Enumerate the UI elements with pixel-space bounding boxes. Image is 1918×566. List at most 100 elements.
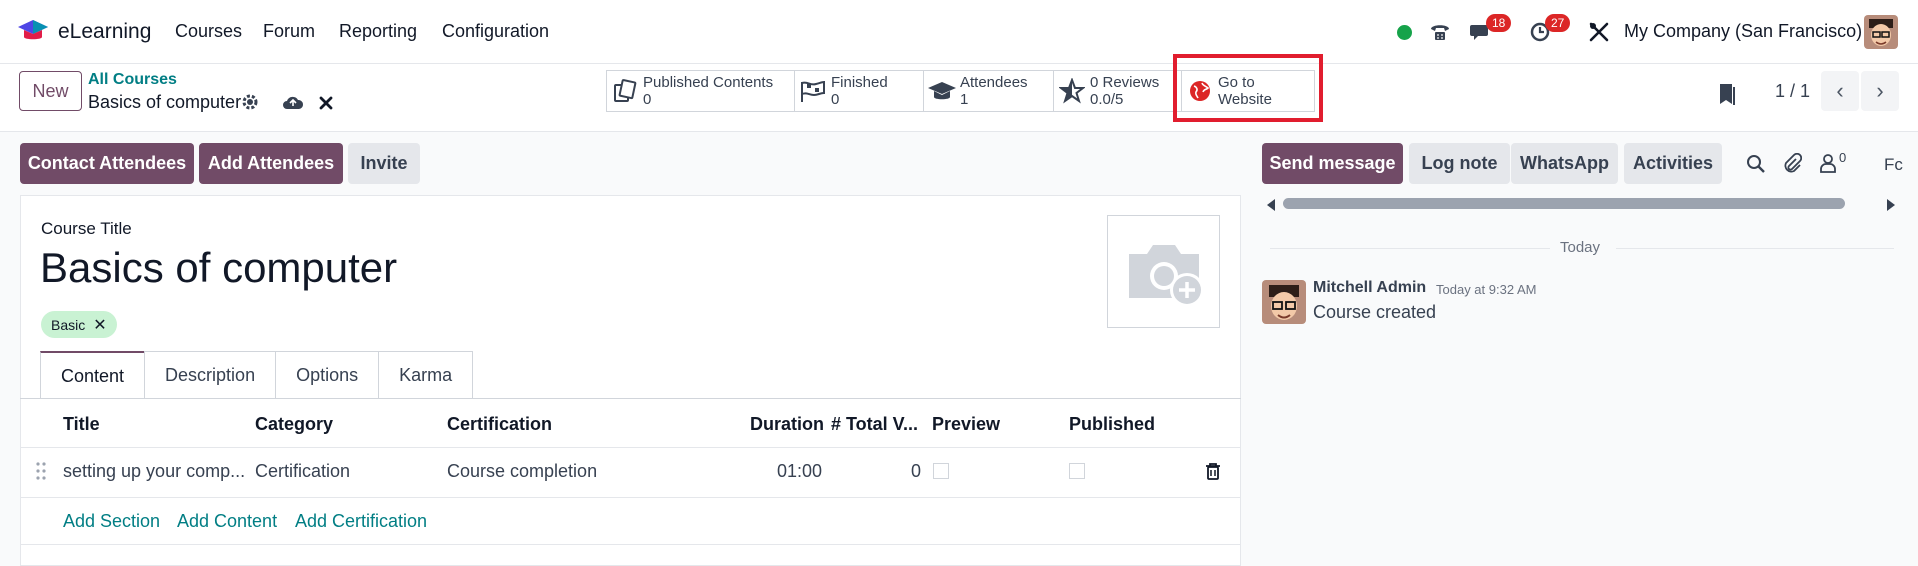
tab-karma[interactable]: Karma [378, 351, 474, 399]
attendees-label: Attendees [960, 74, 1028, 91]
send-message-button[interactable]: Send message [1262, 143, 1403, 184]
row-title[interactable]: setting up your comp... [63, 461, 245, 482]
followers-icon[interactable] [1819, 153, 1837, 178]
menu-configuration[interactable]: Configuration [442, 21, 549, 42]
finished-label: Finished [831, 74, 888, 91]
message-author[interactable]: Mitchell Admin [1313, 279, 1426, 297]
date-separator-line [1270, 248, 1550, 249]
tag-remove-icon[interactable]: ✕ [93, 315, 106, 335]
online-status-icon [1394, 0, 1414, 64]
row-divider [20, 497, 1241, 498]
course-title-label: Course Title [41, 219, 132, 238]
app-name[interactable]: eLearning [58, 20, 151, 44]
menu-reporting[interactable]: Reporting [339, 21, 417, 42]
followers-count: 0 [1839, 150, 1847, 165]
reviews-button[interactable]: 0 Reviews 0.0/5 [1053, 70, 1182, 112]
reviews-label: 0 Reviews [1090, 74, 1160, 91]
col-header-certification[interactable]: Certification [447, 414, 552, 435]
course-image-upload[interactable] [1107, 215, 1220, 328]
attendees-button[interactable]: Attendees 1 [923, 70, 1054, 112]
scroll-left-icon[interactable] [1266, 197, 1276, 217]
invite-button[interactable]: Invite [348, 143, 420, 184]
menu-forum[interactable]: Forum [263, 21, 315, 42]
pager-next-button[interactable]: › [1861, 71, 1899, 111]
messages-icon[interactable] [1466, 0, 1496, 64]
row-total-views[interactable]: 0 [911, 461, 921, 482]
follow-button[interactable]: Fc [1884, 155, 1903, 175]
reviews-value: 0.0/5 [1090, 91, 1124, 108]
col-header-title[interactable]: Title [63, 414, 100, 435]
finished-value: 0 [831, 91, 840, 108]
attendees-value: 1 [960, 91, 969, 108]
company-switcher[interactable]: My Company (San Francisco) [1624, 21, 1862, 42]
published-contents-icon [607, 78, 643, 104]
top-navbar: eLearning Courses Forum Reporting Config… [0, 0, 1918, 64]
discard-icon[interactable] [319, 95, 333, 115]
activities-button[interactable]: Activities [1624, 143, 1722, 184]
course-title-field[interactable]: Basics of computer [40, 244, 397, 292]
col-header-preview[interactable]: Preview [932, 414, 1000, 435]
new-button[interactable]: New [19, 71, 82, 111]
message-author-avatar[interactable] [1262, 280, 1306, 324]
date-separator: Today [1560, 239, 1601, 256]
row-certification[interactable]: Course completion [447, 461, 597, 482]
add-section-link[interactable]: Add Section [63, 511, 160, 532]
col-header-published[interactable]: Published [1069, 414, 1155, 435]
message-time: Today at 9:32 AM [1436, 282, 1537, 297]
tab-content[interactable]: Content [40, 351, 146, 399]
row-duration[interactable]: 01:00 [777, 461, 822, 482]
activities-badge: 27 [1545, 14, 1571, 32]
tab-description[interactable]: Description [144, 351, 277, 399]
contact-attendees-button[interactable]: Contact Attendees [20, 143, 194, 184]
finished-button[interactable]: Finished 0 [794, 70, 924, 112]
add-attendees-button[interactable]: Add Attendees [199, 143, 343, 184]
row-published-checkbox[interactable] [1069, 463, 1085, 479]
published-contents-value: 0 [643, 91, 652, 108]
header-divider [20, 447, 1241, 448]
date-separator-line [1616, 248, 1894, 249]
horizontal-scrollbar[interactable] [1283, 198, 1845, 209]
user-avatar[interactable] [1864, 15, 1898, 49]
phone-icon[interactable] [1426, 0, 1454, 64]
published-contents-label: Published Contents [643, 74, 774, 91]
app-logo-icon[interactable] [16, 16, 50, 46]
camera-add-icon [1128, 244, 1204, 307]
menu-courses[interactable]: Courses [175, 21, 242, 42]
add-certification-link[interactable]: Add Certification [295, 511, 427, 532]
gear-icon[interactable] [241, 93, 259, 116]
search-icon[interactable] [1746, 154, 1766, 179]
drag-handle-icon[interactable] [35, 461, 47, 486]
activity-clock-icon[interactable] [1525, 0, 1555, 64]
highlight-box [1173, 54, 1323, 122]
pager-value[interactable]: 1 / 1 [1775, 81, 1810, 102]
scroll-right-icon[interactable] [1886, 197, 1896, 217]
paperclip-icon[interactable] [1782, 152, 1803, 180]
pager-previous-button[interactable]: ‹ [1821, 71, 1859, 111]
chevron-right-icon: › [1876, 78, 1884, 103]
whatsapp-button[interactable]: WhatsApp [1511, 143, 1618, 184]
col-header-duration[interactable]: Duration [750, 414, 824, 435]
graduation-cap-icon [924, 79, 960, 103]
cloud-save-icon[interactable] [282, 94, 304, 115]
row-category[interactable]: Certification [255, 461, 350, 482]
row-preview-checkbox[interactable] [933, 463, 949, 479]
breadcrumb-all-courses[interactable]: All Courses [88, 71, 177, 89]
bookmark-icon[interactable] [1716, 81, 1740, 112]
col-header-category[interactable]: Category [255, 414, 333, 435]
tag-label: Basic [51, 316, 86, 333]
footer-divider [20, 544, 1241, 545]
messages-badge: 18 [1486, 14, 1512, 32]
col-header-total-views[interactable]: # Total V... [831, 414, 918, 435]
debug-tools-icon[interactable] [1585, 0, 1613, 64]
tab-options[interactable]: Options [275, 351, 380, 399]
flag-icon [795, 79, 831, 103]
trash-icon[interactable] [1205, 462, 1221, 485]
tab-divider [20, 398, 1241, 399]
published-contents-button[interactable]: Published Contents 0 [606, 70, 795, 112]
tag-basic: Basic ✕ [41, 311, 117, 338]
add-content-link[interactable]: Add Content [177, 511, 277, 532]
breadcrumb-current: Basics of computer [88, 92, 242, 112]
control-panel: New All Courses Basics of computer Publi… [0, 64, 1918, 132]
log-note-button[interactable]: Log note [1409, 143, 1510, 184]
chevron-left-icon: ‹ [1836, 78, 1844, 103]
